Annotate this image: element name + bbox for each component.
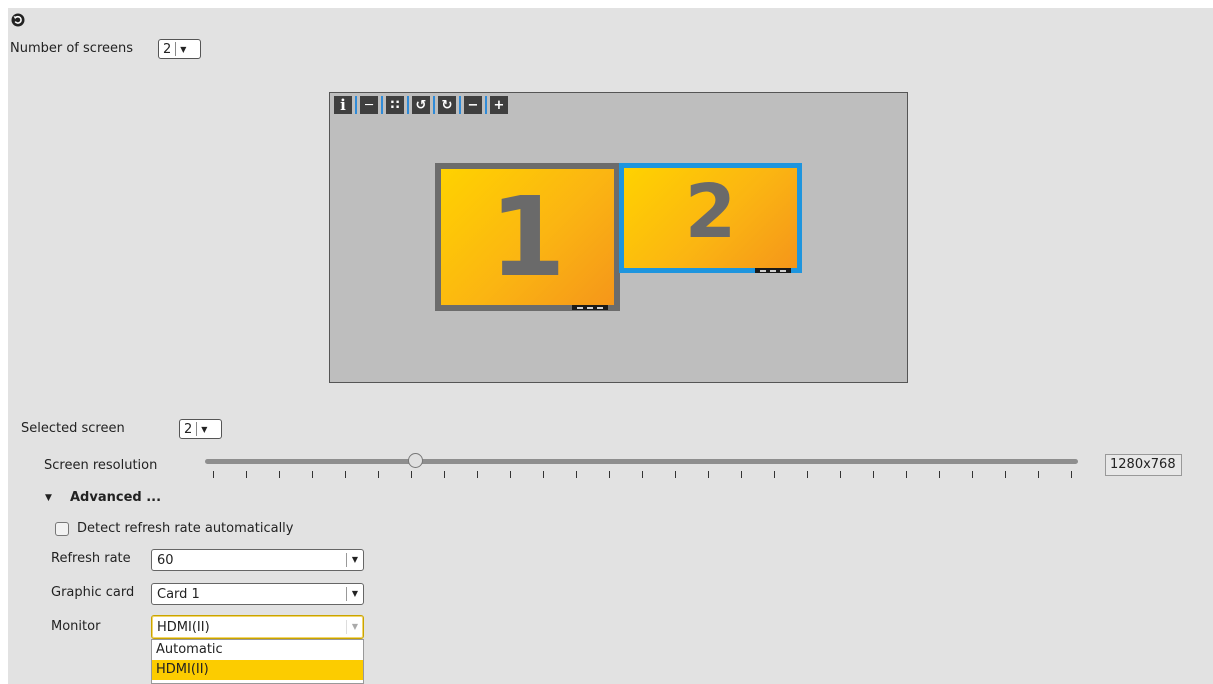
slider-tick [774, 471, 775, 478]
layout-row-icon[interactable]: ─ [360, 96, 378, 114]
screen-number: 2 [684, 169, 737, 255]
slider-tick [906, 471, 907, 478]
screen-layout-preview[interactable]: i ─ ∷ ↺ ↻ − + 1 2 [329, 92, 908, 383]
screen-connector-icon [572, 305, 608, 310]
slider-tick [543, 471, 544, 478]
zoom-out-icon[interactable]: − [464, 96, 482, 114]
refresh-rate-label: Refresh rate [51, 551, 131, 566]
detect-refresh-rate-label[interactable]: Detect refresh rate automatically [77, 521, 293, 536]
slider-tick [576, 471, 577, 478]
slider-tick [873, 471, 874, 478]
monitor-select[interactable]: HDMI(II) ▼ [151, 615, 364, 639]
chevron-down-icon: ▼ [196, 422, 211, 436]
refresh-rate-select[interactable]: 60 ▼ [151, 549, 364, 571]
slider-tick [972, 471, 973, 478]
slider-tick [642, 471, 643, 478]
slider-tick [1038, 471, 1039, 478]
rotate-left-icon[interactable]: ↺ [412, 96, 430, 114]
chevron-down-icon: ▼ [346, 587, 363, 601]
info-icon[interactable]: i [334, 96, 352, 114]
screen-number: 1 [489, 173, 566, 301]
resolution-slider-track[interactable] [205, 459, 1078, 464]
number-of-screens-label: Number of screens [10, 41, 134, 56]
refresh-rate-value: 60 [157, 553, 174, 568]
number-of-screens-value: 2 [163, 41, 172, 57]
monitor-option-automatic[interactable]: Automatic [152, 640, 363, 660]
resolution-value-field: 1280x768 [1105, 454, 1182, 476]
slider-tick [510, 471, 511, 478]
monitor-dropdown-list: Automatic HDMI(II) [151, 639, 364, 684]
slider-tick [477, 471, 478, 478]
slider-tick [411, 471, 412, 478]
advanced-section-toggle[interactable]: Advanced ... [70, 490, 161, 505]
chevron-down-icon: ▼ [346, 620, 363, 634]
graphic-card-value: Card 1 [157, 587, 200, 602]
slider-tick [609, 471, 610, 478]
slider-tick [675, 471, 676, 478]
toolbar-separator [485, 96, 487, 114]
monitor-option-hdmi[interactable]: HDMI(II) [152, 660, 363, 680]
slider-tick [213, 471, 214, 478]
chevron-down-icon: ▼ [346, 553, 363, 567]
resolution-slider-handle[interactable] [407, 453, 423, 468]
slider-tick [246, 471, 247, 478]
toolbar-separator [381, 96, 383, 114]
slider-tick [1071, 471, 1072, 478]
preview-toolbar: i ─ ∷ ↺ ↻ − + [334, 96, 508, 114]
selected-screen-select[interactable]: 2 ▼ [179, 419, 222, 439]
slider-tick [279, 471, 280, 478]
reload-icon[interactable] [11, 13, 25, 27]
number-of-screens-select[interactable]: 2 ▼ [158, 39, 201, 59]
screen-1-tile[interactable]: 1 [435, 163, 620, 311]
rotate-right-icon[interactable]: ↻ [438, 96, 456, 114]
slider-tick [1005, 471, 1006, 478]
graphic-card-select[interactable]: Card 1 ▼ [151, 583, 364, 605]
slider-tick [708, 471, 709, 478]
selected-screen-label: Selected screen [21, 421, 125, 436]
slider-tick [312, 471, 313, 478]
toolbar-separator [459, 96, 461, 114]
slider-tick [741, 471, 742, 478]
slider-tick [378, 471, 379, 478]
layout-grid-icon[interactable]: ∷ [386, 96, 404, 114]
chevron-down-icon: ▼ [175, 42, 190, 56]
selected-screen-value: 2 [184, 421, 193, 437]
graphic-card-label: Graphic card [51, 585, 135, 600]
screen-connector-icon [755, 268, 791, 273]
zoom-in-icon[interactable]: + [490, 96, 508, 114]
monitor-value: HDMI(II) [157, 620, 210, 635]
advanced-toggle-icon[interactable]: ▼ [45, 493, 52, 503]
slider-tick [345, 471, 346, 478]
screen-resolution-label: Screen resolution [44, 458, 158, 473]
slider-tick [444, 471, 445, 478]
toolbar-separator [407, 96, 409, 114]
slider-tick [840, 471, 841, 478]
display-settings-panel: Number of screens 2 ▼ i ─ ∷ ↺ ↻ − + 1 2 Select… [8, 8, 1213, 684]
toolbar-separator [355, 96, 357, 114]
monitor-label: Monitor [51, 619, 101, 634]
toolbar-separator [433, 96, 435, 114]
detect-refresh-rate-checkbox[interactable] [55, 522, 69, 536]
slider-tick [807, 471, 808, 478]
slider-tick [939, 471, 940, 478]
screen-2-tile[interactable]: 2 [619, 163, 802, 273]
